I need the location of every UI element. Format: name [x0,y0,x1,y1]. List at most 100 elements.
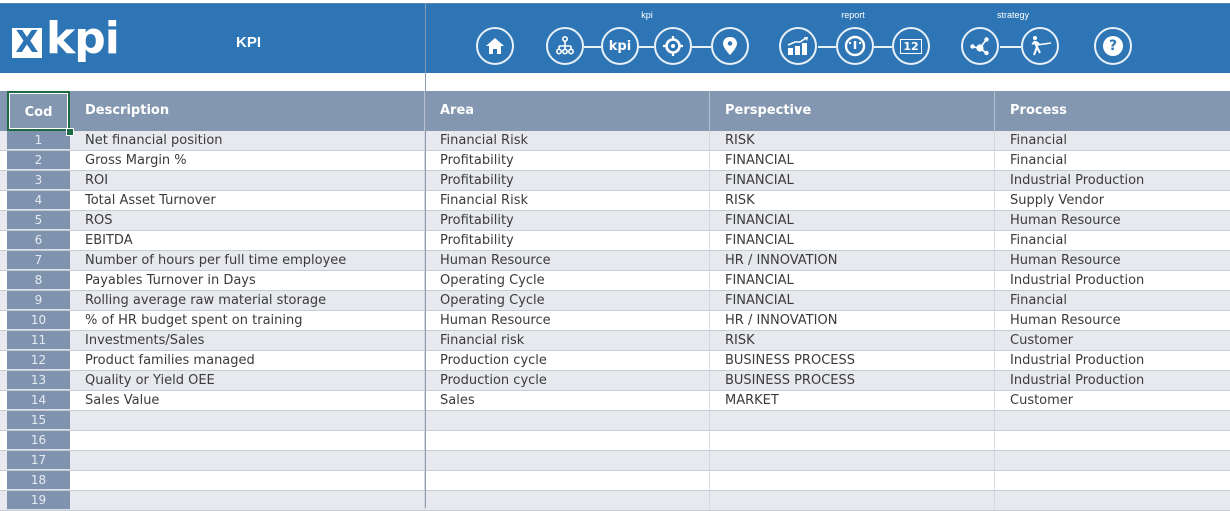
kpi-button[interactable]: kpi [601,27,639,65]
cell-area[interactable]: Human Resource [425,311,710,330]
cell-process[interactable] [995,451,1230,470]
cell-area[interactable]: Profitability [425,171,710,190]
cell-perspective[interactable]: FINANCIAL [710,291,995,310]
cell-area[interactable]: Production cycle [425,371,710,390]
cell-perspective[interactable]: RISK [710,191,995,210]
cell-area[interactable]: Profitability [425,151,710,170]
calendar-button[interactable]: 12 [892,27,930,65]
cell-area[interactable]: Operating Cycle [425,291,710,310]
help-button[interactable]: ? [1094,27,1132,65]
cell-description[interactable]: Investments/Sales [70,331,425,350]
cell-area[interactable]: Financial risk [425,331,710,350]
cell-description[interactable]: Payables Turnover in Days [70,271,425,290]
cell-process[interactable]: Industrial Production [995,371,1230,390]
selection-fill-handle[interactable] [66,128,74,136]
cell-description[interactable]: Sales Value [70,391,425,410]
cell-description[interactable]: Quality or Yield OEE [70,371,425,390]
cell-perspective[interactable]: RISK [710,131,995,150]
cell-description[interactable]: Rolling average raw material storage [70,291,425,310]
cell-area[interactable]: Sales [425,391,710,410]
cell-cod[interactable]: 18 [7,471,70,490]
cell-area[interactable] [425,491,710,510]
cell-cod[interactable]: 11 [7,331,70,350]
cell-cod[interactable]: 5 [7,211,70,230]
cell-perspective[interactable]: BUSINESS PROCESS [710,351,995,370]
cell-description[interactable]: Total Asset Turnover [70,191,425,210]
cell-perspective[interactable]: FINANCIAL [710,171,995,190]
cell-process[interactable]: Human Resource [995,211,1230,230]
cell-perspective[interactable]: FINANCIAL [710,231,995,250]
cell-description[interactable] [70,491,425,510]
report-chart-button[interactable] [779,27,817,65]
cell-cod[interactable]: 13 [7,371,70,390]
cell-cod[interactable]: 4 [7,191,70,210]
cell-perspective[interactable]: BUSINESS PROCESS [710,371,995,390]
cell-process[interactable]: Financial [995,131,1230,150]
cell-process[interactable]: Customer [995,331,1230,350]
cell-description[interactable]: ROI [70,171,425,190]
column-header-process[interactable]: Process [995,91,1230,131]
cell-process[interactable] [995,431,1230,450]
cell-process[interactable]: Industrial Production [995,351,1230,370]
location-button[interactable] [711,27,749,65]
cell-process[interactable]: Customer [995,391,1230,410]
cell-process[interactable]: Human Resource [995,311,1230,330]
cell-perspective[interactable] [710,451,995,470]
cell-process[interactable]: Human Resource [995,251,1230,270]
cell-cod[interactable]: 16 [7,431,70,450]
strategy-button[interactable] [1021,27,1059,65]
cell-description[interactable]: Gross Margin % [70,151,425,170]
cell-description[interactable] [70,411,425,430]
cell-cod[interactable]: 8 [7,271,70,290]
cell-process[interactable]: Supply Vendor [995,191,1230,210]
cell-cod[interactable]: 1 [7,131,70,150]
column-header-cod[interactable]: Cod [7,91,70,131]
cell-perspective[interactable] [710,491,995,510]
cell-area[interactable]: Profitability [425,231,710,250]
cell-process[interactable] [995,471,1230,490]
cell-process[interactable] [995,491,1230,510]
cell-process[interactable] [995,411,1230,430]
cell-description[interactable]: % of HR budget spent on training [70,311,425,330]
cell-area[interactable]: Human Resource [425,251,710,270]
cell-cod[interactable]: 6 [7,231,70,250]
share-button[interactable] [961,27,999,65]
cell-perspective[interactable] [710,411,995,430]
cell-cod[interactable]: 9 [7,291,70,310]
org-chart-button[interactable] [546,27,584,65]
cell-process[interactable]: Financial [995,291,1230,310]
column-header-perspective[interactable]: Perspective [710,91,995,131]
column-header-area[interactable]: Area [425,91,710,131]
cell-process[interactable]: Industrial Production [995,171,1230,190]
cell-area[interactable]: Operating Cycle [425,271,710,290]
home-button[interactable] [476,27,514,65]
cell-cod[interactable]: 14 [7,391,70,410]
cell-description[interactable]: EBITDA [70,231,425,250]
gauge-button[interactable] [836,27,874,65]
cell-perspective[interactable]: MARKET [710,391,995,410]
cell-description[interactable] [70,431,425,450]
cell-area[interactable] [425,451,710,470]
cell-perspective[interactable]: HR / INNOVATION [710,251,995,270]
cell-description[interactable]: Product families managed [70,351,425,370]
cell-perspective[interactable] [710,471,995,490]
cell-area[interactable]: Profitability [425,211,710,230]
cell-description[interactable]: Net financial position [70,131,425,150]
cell-description[interactable] [70,471,425,490]
cell-perspective[interactable]: RISK [710,331,995,350]
cell-description[interactable]: ROS [70,211,425,230]
cell-cod[interactable]: 2 [7,151,70,170]
cell-area[interactable]: Financial Risk [425,191,710,210]
cell-area[interactable]: Financial Risk [425,131,710,150]
column-header-description[interactable]: Description [70,91,425,131]
cell-cod[interactable]: 15 [7,411,70,430]
cell-area[interactable] [425,411,710,430]
cell-perspective[interactable]: FINANCIAL [710,151,995,170]
cell-description[interactable]: Number of hours per full time employee [70,251,425,270]
cell-perspective[interactable] [710,431,995,450]
cell-process[interactable]: Financial [995,231,1230,250]
cell-process[interactable]: Industrial Production [995,271,1230,290]
cell-perspective[interactable]: HR / INNOVATION [710,311,995,330]
cell-cod[interactable]: 12 [7,351,70,370]
cell-cod[interactable]: 10 [7,311,70,330]
